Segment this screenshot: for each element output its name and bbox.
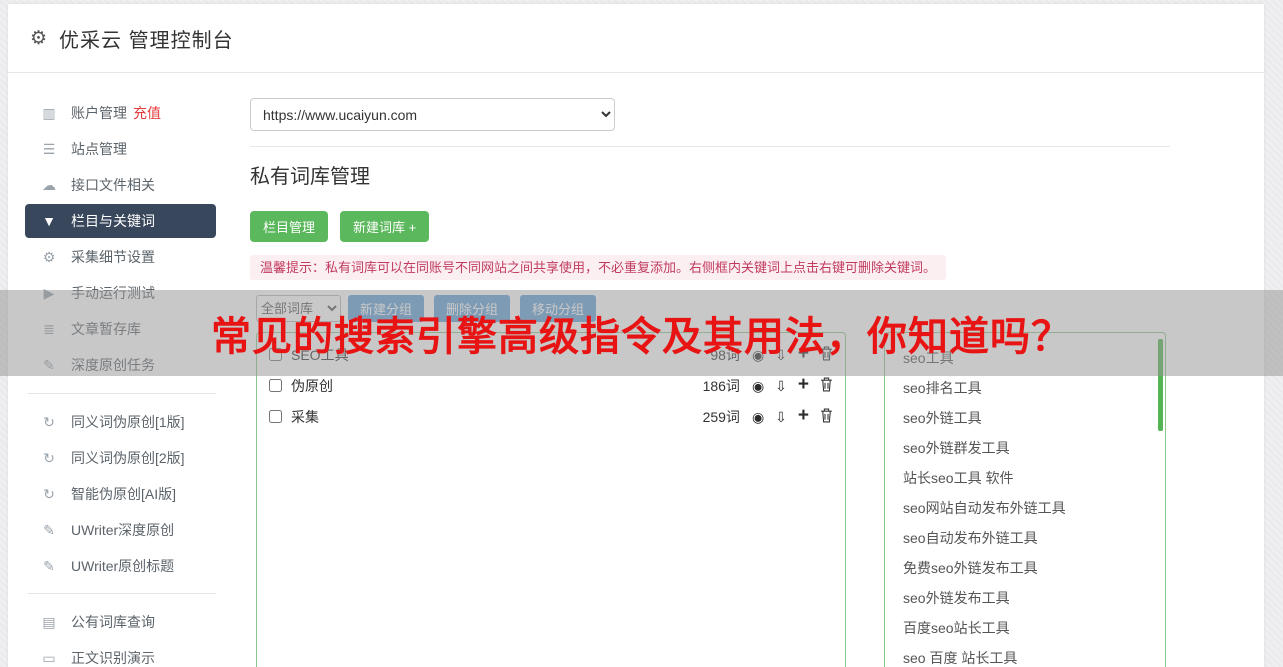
thesaurus-checkbox[interactable]: [269, 410, 282, 423]
keyword-item[interactable]: 免费seo外链发布工具: [885, 553, 1165, 583]
sidebar-item-label: 同义词伪原创[2版]: [71, 450, 185, 466]
keyword-item[interactable]: seo外链群发工具: [885, 433, 1165, 463]
trash-icon[interactable]: [820, 408, 833, 425]
bar-chart-icon: ▥: [42, 104, 56, 121]
trash-icon[interactable]: [820, 377, 833, 394]
sidebar-item-label: 同义词伪原创[1版]: [71, 414, 185, 430]
sidebar-item-label: 栏目与关键词: [71, 213, 155, 229]
column-manage-button[interactable]: 栏目管理: [250, 211, 329, 242]
sidebar-item-label: 采集细节设置: [71, 249, 155, 265]
word-count: 259词: [702, 408, 740, 425]
sidebar-item-uwriter-title[interactable]: ✎ UWriter原创标题: [25, 549, 216, 583]
list-icon: ☰: [42, 140, 56, 157]
sidebar-item-collection-settings[interactable]: ⚙ 采集细节设置: [25, 240, 216, 274]
add-icon[interactable]: +: [798, 406, 809, 425]
view-icon[interactable]: ◉: [752, 410, 764, 424]
monitor-icon: ▭: [42, 649, 56, 666]
sidebar-item-api-files[interactable]: ☁ 接口文件相关: [25, 168, 216, 202]
sidebar-item-synonym-rewrite-v2[interactable]: ↻ 同义词伪原创[2版]: [25, 441, 216, 475]
sidebar-item-label: 站点管理: [71, 141, 127, 157]
refresh-icon: ↻: [43, 449, 55, 466]
sidebar-item-ai-rewrite[interactable]: ↻ 智能伪原创[AI版]: [25, 477, 216, 511]
download-icon[interactable]: ⇩: [775, 379, 787, 393]
sidebar-item-account-management[interactable]: ▥ 账户管理 充值: [25, 96, 216, 130]
refresh-icon: ↻: [43, 413, 55, 430]
new-thesaurus-button[interactable]: 新建词库 +: [340, 211, 430, 242]
keyword-item[interactable]: seo外链发布工具: [885, 583, 1165, 613]
sidebar-item-synonym-rewrite-v1[interactable]: ↻ 同义词伪原创[1版]: [25, 405, 216, 439]
view-icon[interactable]: ◉: [752, 379, 764, 393]
edit-icon: ✎: [43, 521, 55, 538]
sidebar-item-label: 公有词库查询: [71, 614, 155, 630]
sidebar-item-label: 智能伪原创[AI版]: [71, 486, 177, 502]
site-select[interactable]: https://www.ucaiyun.com: [250, 98, 615, 131]
sidebar-item-label: UWriter深度原创: [71, 522, 175, 538]
keyword-item[interactable]: 站长seo工具 软件: [885, 463, 1165, 493]
cloud-upload-icon: ☁: [42, 176, 56, 193]
gears-icon: ⚙: [42, 248, 56, 265]
keyword-item[interactable]: seo 百度 站长工具: [885, 643, 1165, 667]
recharge-link[interactable]: 充值: [133, 103, 161, 123]
thesaurus-row: 采集 259词 ◉ ⇩ +: [269, 401, 833, 432]
tip-message: 温馨提示：私有词库可以在同账号不同网站之间共享使用，不必重复添加。右侧框内关键词…: [250, 255, 947, 280]
sidebar-item-public-thesaurus-query[interactable]: ▤ 公有词库查询: [25, 605, 216, 639]
keyword-item[interactable]: seo网站自动发布外链工具: [885, 493, 1165, 523]
book-icon: ▤: [42, 613, 56, 630]
app-title: 优采云 管理控制台: [59, 29, 234, 52]
download-icon[interactable]: ⇩: [775, 410, 787, 424]
thesaurus-name: 采集: [291, 408, 319, 425]
keyword-item[interactable]: seo外链工具: [885, 403, 1165, 433]
keyword-item[interactable]: 百度seo站长工具: [885, 613, 1165, 643]
promo-overlay: 常见的搜索引擎高级指令及其用法，你知道吗？: [0, 290, 1283, 376]
keyword-list-panel: seo工具 seo排名工具 seo外链工具 seo外链群发工具 站长seo工具 …: [884, 332, 1166, 667]
sidebar-item-site-management[interactable]: ☰ 站点管理: [25, 132, 216, 166]
thesaurus-list-panel: SEO工具 98词 ◉ ⇩ + 伪原创 186词 ◉ ⇩ + 采集 259词 ◉: [256, 332, 846, 667]
promo-overlay-text: 常见的搜索引擎高级指令及其用法，你知道吗？: [211, 315, 1072, 359]
refresh-icon: ↻: [43, 485, 55, 502]
page-title: 私有词库管理: [250, 166, 370, 188]
edit-icon: ✎: [43, 557, 55, 574]
sidebar-divider: [28, 393, 216, 394]
add-icon[interactable]: +: [798, 375, 809, 394]
sidebar-item-label: UWriter原创标题: [71, 558, 175, 574]
keyword-item[interactable]: seo自动发布外链工具: [885, 523, 1165, 553]
gear-icon: ⚙: [30, 27, 48, 49]
thesaurus-name: 伪原创: [291, 377, 333, 394]
app-header: ⚙ 优采云 管理控制台: [8, 4, 1264, 73]
thesaurus-checkbox[interactable]: [269, 379, 282, 392]
sidebar-item-text-recognition-demo[interactable]: ▭ 正文识别演示: [25, 641, 216, 667]
sidebar-item-uwriter-deep[interactable]: ✎ UWriter深度原创: [25, 513, 216, 547]
sidebar-item-label: 账户管理: [71, 105, 127, 121]
keyword-item[interactable]: seo排名工具: [885, 373, 1165, 403]
content-divider: [250, 146, 1170, 147]
sidebar-item-columns-keywords[interactable]: ▼ 栏目与关键词: [25, 204, 216, 238]
word-count: 186词: [702, 377, 740, 394]
filter-icon: ▼: [42, 213, 56, 229]
sidebar-item-label: 接口文件相关: [71, 177, 155, 193]
sidebar-item-label: 正文识别演示: [71, 650, 155, 666]
sidebar-divider: [28, 593, 216, 594]
